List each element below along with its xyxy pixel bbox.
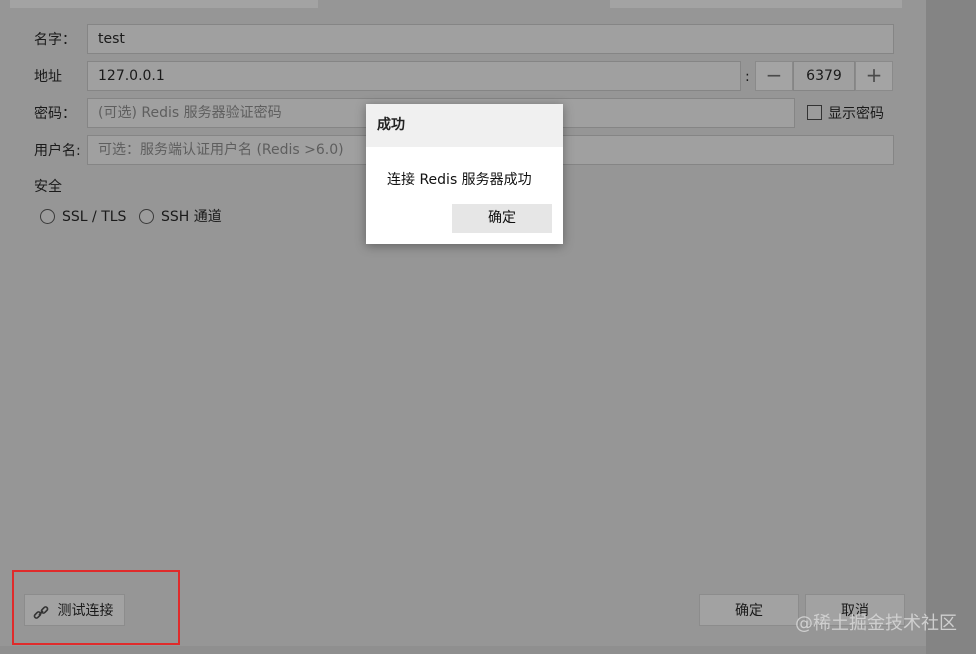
ok-button[interactable]: 确定 bbox=[699, 594, 799, 626]
top-tab-right bbox=[610, 0, 902, 8]
show-password-checkbox[interactable] bbox=[807, 105, 822, 120]
test-connection-button[interactable]: 测试连接 bbox=[24, 594, 125, 626]
port-separator: : bbox=[745, 69, 750, 85]
link-icon bbox=[32, 602, 50, 620]
test-connection-label: 测试连接 bbox=[57, 603, 114, 619]
status-bar bbox=[0, 646, 926, 654]
password-label: 密码： bbox=[34, 106, 76, 122]
show-password-label: 显示密码 bbox=[828, 106, 884, 122]
address-input[interactable]: 127.0.0.1 bbox=[87, 61, 741, 91]
name-input[interactable]: test bbox=[87, 24, 894, 54]
ssl-radio[interactable] bbox=[40, 209, 55, 224]
ssh-label: SSH 通道 bbox=[161, 209, 222, 225]
watermark: @稀土掘金技术社区 bbox=[795, 613, 957, 634]
security-heading: 安全 bbox=[34, 179, 62, 195]
username-label: 用户名: bbox=[34, 143, 81, 159]
success-dialog: 成功 连接 Redis 服务器成功 确定 bbox=[366, 104, 563, 244]
ssh-radio[interactable] bbox=[139, 209, 154, 224]
port-decrement-button[interactable]: − bbox=[755, 61, 793, 91]
port-increment-button[interactable]: + bbox=[855, 61, 893, 91]
dialog-ok-button[interactable]: 确定 bbox=[452, 204, 552, 233]
dialog-title: 成功 bbox=[366, 104, 563, 147]
window-backdrop bbox=[926, 0, 976, 654]
address-label: 地址 bbox=[34, 69, 62, 85]
dialog-message: 连接 Redis 服务器成功 bbox=[387, 172, 532, 188]
port-input[interactable]: 6379 bbox=[793, 61, 855, 91]
top-tab-left bbox=[10, 0, 318, 8]
name-label: 名字： bbox=[34, 32, 76, 48]
ssl-label: SSL / TLS bbox=[62, 209, 127, 225]
